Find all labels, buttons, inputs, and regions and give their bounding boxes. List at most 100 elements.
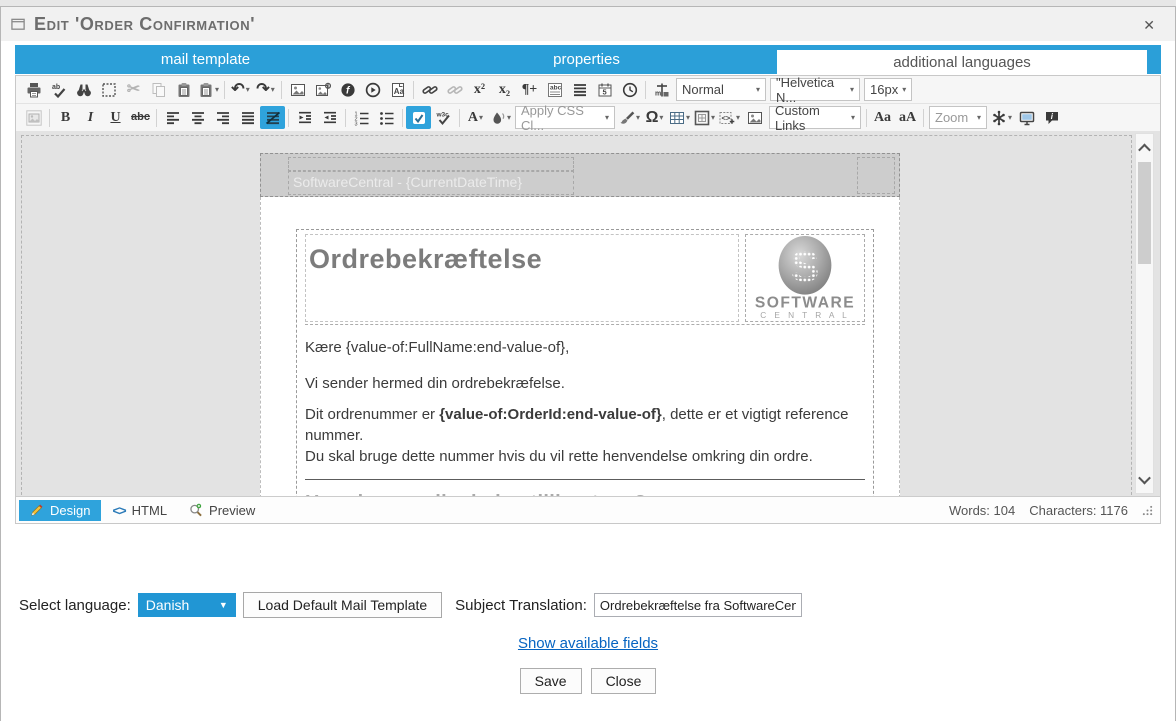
image-attachment-icon[interactable]: [310, 78, 335, 101]
close-icon[interactable]: ✕: [1143, 17, 1155, 34]
css-class-select[interactable]: Apply CSS Cl...▾: [515, 106, 615, 129]
header-table-cell: [857, 157, 895, 194]
insert-paragraph-icon[interactable]: ¶+: [517, 78, 542, 101]
custom-links-select-value: Custom Links: [775, 103, 847, 133]
tab-preview[interactable]: Preview: [178, 500, 266, 521]
insert-table-icon[interactable]: ▾: [667, 106, 692, 129]
subscript-icon[interactable]: x₂: [492, 78, 517, 101]
insert-time-icon[interactable]: [617, 78, 642, 101]
toolbar-separator: [49, 109, 50, 127]
insert-image-icon[interactable]: [285, 78, 310, 101]
resize-grip-icon[interactable]: [1142, 505, 1153, 516]
font-color-icon[interactable]: A▾: [463, 106, 488, 129]
dropdown-arrow-icon: ▾: [605, 113, 609, 122]
toolbar-separator: [156, 109, 157, 127]
insert-snippet-icon[interactable]: abc: [542, 78, 567, 101]
image-manager-icon[interactable]: [742, 106, 767, 129]
scroll-up-button[interactable]: [1136, 136, 1153, 160]
email-orderid-placeholder: {value-of:OrderId:end-value-of}: [439, 406, 662, 423]
pencil-icon: [30, 503, 44, 517]
editor-scrollbar[interactable]: [1135, 133, 1154, 494]
cut-icon[interactable]: ✂: [121, 78, 146, 101]
insert-date-icon[interactable]: 5: [592, 78, 617, 101]
copy-icon[interactable]: [146, 78, 171, 101]
image-map-icon[interactable]: [21, 106, 46, 129]
align-center-icon[interactable]: [185, 106, 210, 129]
toggle-table-borders-icon[interactable]: [406, 106, 431, 129]
insert-document-icon[interactable]: Aa: [385, 78, 410, 101]
dropdown-arrow-icon: ▾: [271, 85, 275, 94]
tab-design[interactable]: Design: [19, 500, 101, 521]
lowercase-icon[interactable]: aA: [895, 106, 920, 129]
indent-icon[interactable]: [292, 106, 317, 129]
format-stripper-icon[interactable]: ▾: [617, 106, 642, 129]
language-select[interactable]: Danish ▼: [138, 593, 236, 617]
tab-html[interactable]: <> HTML: [101, 500, 178, 521]
outdent-icon[interactable]: [317, 106, 342, 129]
select-all-icon[interactable]: [96, 78, 121, 101]
save-button[interactable]: Save: [520, 668, 582, 694]
close-button[interactable]: Close: [591, 668, 657, 694]
paste-icon[interactable]: [171, 78, 196, 101]
monitor-icon[interactable]: [1014, 106, 1039, 129]
toolbar-row-2: BIUabc123w3cA▾▾Apply CSS Cl...▾▾Ω▾▾▾<>▾C…: [16, 104, 1160, 131]
svg-text:<>: <>: [721, 113, 730, 122]
zoom-select[interactable]: Zoom▾: [929, 106, 987, 129]
underline-icon[interactable]: U: [103, 106, 128, 129]
tab-properties[interactable]: properties: [396, 45, 777, 74]
dialog-titlebar: Edit 'Order Confirmation' ✕: [1, 7, 1175, 41]
superscript-icon[interactable]: x²: [467, 78, 492, 101]
tab-mail-template[interactable]: mail template: [15, 45, 396, 74]
paragraph-style-select[interactable]: Normal▾: [676, 78, 766, 101]
redo-icon[interactable]: ↷▾: [253, 78, 278, 101]
editor-design-canvas[interactable]: SoftwareCentral - {CurrentDateTime} Ordr…: [16, 131, 1160, 496]
custom-links-select[interactable]: Custom Links▾: [769, 106, 861, 129]
scroll-down-button[interactable]: [1136, 467, 1153, 491]
hyperlink-icon[interactable]: [417, 78, 442, 101]
numbered-list-icon[interactable]: 123: [349, 106, 374, 129]
bullet-list-icon[interactable]: [374, 106, 399, 129]
tab-additional-languages[interactable]: additional languages: [777, 50, 1147, 74]
special-character-icon[interactable]: Ω▾: [642, 106, 667, 129]
paragraph-style-select-value: Normal: [682, 82, 724, 97]
find-icon[interactable]: [71, 78, 96, 101]
font-size-select[interactable]: 16px▾: [864, 78, 912, 101]
uppercase-icon[interactable]: Aa: [870, 106, 895, 129]
insert-flash-icon[interactable]: f: [335, 78, 360, 101]
font-size-select-value: 16px: [870, 82, 898, 97]
insert-media-icon[interactable]: [360, 78, 385, 101]
justify-icon[interactable]: [235, 106, 260, 129]
strikethrough-icon[interactable]: abc: [128, 106, 153, 129]
xhtml-validator-icon[interactable]: w3c: [431, 106, 456, 129]
tools-icon[interactable]: ▾: [989, 106, 1014, 129]
undo-icon[interactable]: ↶▾: [228, 78, 253, 101]
paste-options-icon[interactable]: ▾: [196, 78, 221, 101]
align-left-icon[interactable]: [160, 106, 185, 129]
bold-icon[interactable]: B: [53, 106, 78, 129]
load-default-template-button[interactable]: Load Default Mail Template: [243, 592, 442, 618]
logo-software-text: SOFTWARE: [755, 294, 855, 311]
about-icon[interactable]: i: [1039, 106, 1064, 129]
remove-alignment-icon[interactable]: [260, 106, 285, 129]
font-name-select[interactable]: "Helvetica N...▾: [770, 78, 860, 101]
italic-icon[interactable]: I: [78, 106, 103, 129]
align-right-icon[interactable]: [210, 106, 235, 129]
subject-translation-input[interactable]: [594, 593, 802, 617]
background-color-icon[interactable]: ▾: [488, 106, 513, 129]
chevron-up-icon: [1138, 143, 1151, 156]
toolbar-separator: [288, 109, 289, 127]
horizontal-rule-icon[interactable]: [567, 78, 592, 101]
print-icon[interactable]: [21, 78, 46, 101]
scrollbar-thumb[interactable]: [1138, 162, 1151, 264]
css-class-select-value: Apply CSS Cl...: [521, 103, 601, 133]
code-snippet-icon[interactable]: <>▾: [717, 106, 742, 129]
spellcheck-icon[interactable]: ab: [46, 78, 71, 101]
remove-link-icon[interactable]: [442, 78, 467, 101]
show-available-fields-link[interactable]: Show available fields: [518, 635, 658, 652]
email-heading-row: Ordrebekræftelse: [305, 232, 865, 325]
table-properties-icon[interactable]: ▾: [692, 106, 717, 129]
merge-field-icon[interactable]: m: [649, 78, 674, 101]
toolbar-row-1: ab✂▾↶▾↷▾fAax²x₂¶+abc5mNormal▾"Helvetica …: [16, 76, 1160, 104]
language-controls-row: Select language: Danish ▼ Load Default M…: [19, 592, 802, 618]
dropdown-arrow-icon: ▾: [1008, 113, 1012, 122]
